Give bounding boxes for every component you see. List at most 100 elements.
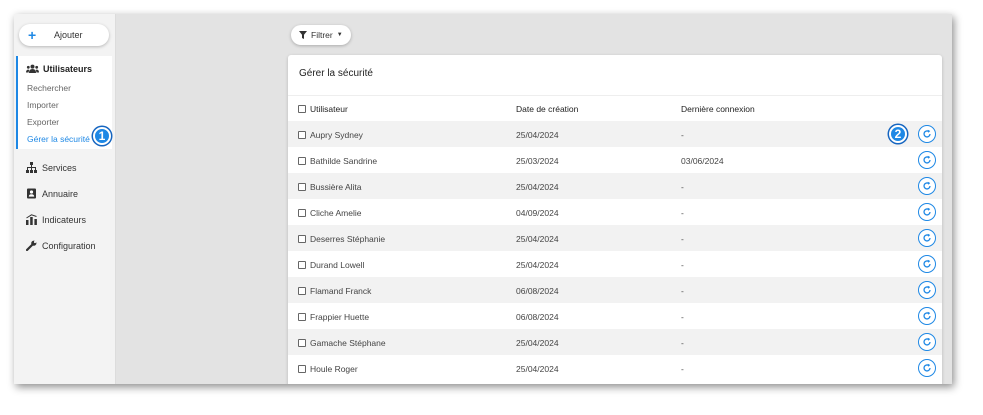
- cell-last-login: -: [681, 182, 684, 192]
- filter-button[interactable]: Filtrer ▼: [291, 25, 351, 45]
- nav-label-services: Services: [42, 162, 77, 173]
- table-row[interactable]: Flamand Franck 06/08/2024 -: [288, 277, 942, 303]
- users-icon: [26, 64, 39, 73]
- row-checkbox[interactable]: [298, 183, 306, 191]
- callout-badge-1: 1: [93, 127, 111, 145]
- cell-last-login: -: [681, 312, 684, 322]
- select-all-checkbox[interactable]: [298, 105, 306, 113]
- reset-icon: [923, 155, 931, 164]
- row-checkbox[interactable]: [298, 339, 306, 347]
- filter-button-label: Filtrer: [311, 30, 333, 40]
- reset-button[interactable]: [918, 307, 936, 325]
- callout-badge-2: 2: [889, 125, 907, 143]
- reset-button[interactable]: [918, 255, 936, 273]
- cell-created: 04/09/2024: [516, 208, 559, 218]
- cell-last-login: -: [681, 286, 684, 296]
- reset-button[interactable]: [918, 151, 936, 169]
- contact-book-icon: [27, 188, 36, 199]
- panel-title: Gérer la sécurité: [299, 68, 373, 79]
- cell-user-name: Aupry Sydney: [310, 130, 363, 140]
- cell-last-login: -: [681, 364, 684, 374]
- column-label-user: Utilisateur: [310, 104, 348, 114]
- cell-last-login: -: [681, 234, 684, 244]
- cell-last-login: -: [681, 338, 684, 348]
- cell-user-name: Durand Lowell: [310, 260, 365, 270]
- table-row[interactable]: Frappier Huette 06/08/2024 -: [288, 303, 942, 329]
- nav-item-indicateurs[interactable]: Indicateurs: [26, 214, 86, 225]
- nav-label-configuration: Configuration: [42, 240, 96, 251]
- cell-created: 25/04/2024: [516, 130, 559, 140]
- table-row[interactable]: Houle Roger 25/04/2024 -: [288, 355, 942, 381]
- nav-item-services[interactable]: Services: [26, 162, 77, 173]
- reset-button[interactable]: [918, 177, 936, 195]
- cell-created: 25/04/2024: [516, 338, 559, 348]
- cell-user-name: Cliche Amelie: [310, 208, 362, 218]
- column-header-user: Utilisateur: [298, 104, 348, 114]
- row-checkbox[interactable]: [298, 131, 306, 139]
- row-checkbox[interactable]: [298, 157, 306, 165]
- table-row[interactable]: Gamache Stéphane 25/04/2024 -: [288, 329, 942, 355]
- cell-last-login: 03/06/2024: [681, 156, 724, 166]
- nav-item-annuaire[interactable]: Annuaire: [26, 188, 78, 199]
- table-row[interactable]: Bathilde Sandrine 25/03/2024 03/06/2024: [288, 147, 942, 173]
- row-checkbox[interactable]: [298, 235, 306, 243]
- table-row[interactable]: Durand Lowell 25/04/2024 -: [288, 251, 942, 277]
- row-checkbox[interactable]: [298, 365, 306, 373]
- table-row[interactable]: Cliche Amelie 04/09/2024 -: [288, 199, 942, 225]
- nav-item-configuration[interactable]: Configuration: [26, 240, 96, 251]
- row-checkbox[interactable]: [298, 313, 306, 321]
- row-checkbox[interactable]: [298, 209, 306, 217]
- funnel-icon: [299, 31, 307, 39]
- cell-user: Bathilde Sandrine: [298, 156, 377, 166]
- reset-icon: [923, 181, 931, 190]
- column-header-last-login: Dernière connexion: [681, 104, 755, 114]
- row-checkbox[interactable]: [298, 261, 306, 269]
- cell-user-name: Deserres Stéphanie: [310, 234, 386, 244]
- cell-user-name: Gamache Stéphane: [310, 338, 386, 348]
- table-header: Utilisateur Date de création Dernière co…: [288, 95, 942, 121]
- cell-user: Flamand Franck: [298, 286, 371, 296]
- add-button-label: Ajouter: [54, 30, 83, 40]
- sitemap-icon: [26, 162, 37, 173]
- cell-user: Durand Lowell: [298, 260, 364, 270]
- cell-user: Cliche Amelie: [298, 208, 362, 218]
- submenu-exporter[interactable]: Exporter: [27, 117, 59, 127]
- reset-icon: [923, 259, 931, 268]
- reset-button[interactable]: [918, 229, 936, 247]
- cell-created: 25/04/2024: [516, 182, 559, 192]
- table-row[interactable]: Bussière Alita 25/04/2024 -: [288, 173, 942, 199]
- reset-button[interactable]: [918, 333, 936, 351]
- reset-button[interactable]: [918, 203, 936, 221]
- sidebar: + Ajouter Utilisateurs Rechercher Import…: [14, 14, 116, 384]
- reset-icon: [923, 129, 931, 138]
- cell-user: Houle Roger: [298, 364, 358, 374]
- cell-last-login: -: [681, 208, 684, 218]
- plus-icon: +: [28, 27, 37, 43]
- table-row[interactable]: Deserres Stéphanie 25/04/2024 -: [288, 225, 942, 251]
- users-menu-header[interactable]: Utilisateurs: [26, 64, 92, 74]
- caret-down-icon: ▼: [336, 32, 343, 38]
- submenu-importer[interactable]: Importer: [27, 100, 59, 110]
- add-button[interactable]: + Ajouter: [19, 24, 109, 46]
- reset-button[interactable]: [918, 281, 936, 299]
- user-rows: Aupry Sydney 25/04/2024 - Bathilde Sandrine…: [288, 121, 942, 381]
- cell-user-name: Flamand Franck: [310, 286, 372, 296]
- reset-icon: [923, 285, 931, 294]
- cell-user: Frappier Huette: [298, 312, 369, 322]
- cell-created: 06/08/2024: [516, 286, 559, 296]
- cell-created: 25/04/2024: [516, 234, 559, 244]
- table-row[interactable]: Aupry Sydney 25/04/2024 -: [288, 121, 942, 147]
- reset-button[interactable]: [918, 359, 936, 377]
- cell-user: Deserres Stéphanie: [298, 234, 385, 244]
- chart-icon: [26, 214, 37, 225]
- submenu-gerer-securite[interactable]: Gérer la sécurité: [27, 134, 90, 144]
- nav-label-annuaire: Annuaire: [42, 188, 79, 199]
- reset-button[interactable]: [918, 125, 936, 143]
- cell-user-name: Frappier Huette: [310, 312, 370, 322]
- wrench-icon: [26, 240, 37, 251]
- reset-icon: [923, 311, 931, 320]
- row-checkbox[interactable]: [298, 287, 306, 295]
- reset-icon: [923, 337, 931, 346]
- submenu-rechercher[interactable]: Rechercher: [27, 83, 71, 93]
- cell-user-name: Houle Roger: [310, 364, 358, 374]
